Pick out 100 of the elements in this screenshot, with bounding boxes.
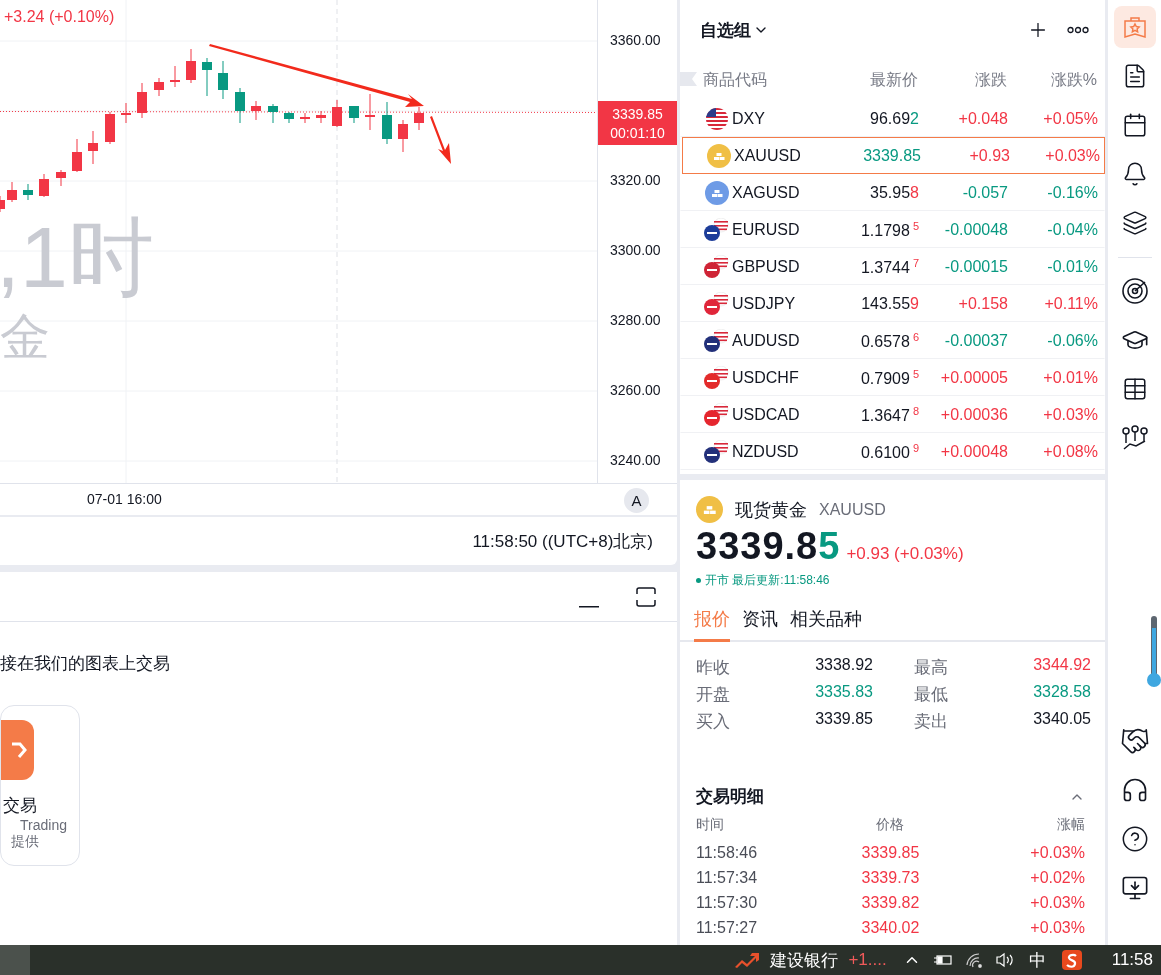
candle <box>332 99 342 128</box>
price-text: 96.692 <box>869 109 919 128</box>
target-icon <box>1120 277 1149 305</box>
stat-value: 3338.92 <box>814 656 873 675</box>
tab[interactable]: 相关品种 <box>790 601 862 642</box>
promo-text: 接在我们的图表上交易 <box>0 653 171 675</box>
auto-scale-button[interactable]: A <box>624 488 649 513</box>
start-button[interactable] <box>0 945 30 975</box>
symbol-text: XAGUSD <box>732 183 801 202</box>
watchlist-row[interactable]: EURUSD 1.1798 $^{5}$ -0.00048 -0.04% <box>680 211 1105 248</box>
stat-value: 3328.58 <box>1032 683 1091 702</box>
watchlist-row[interactable]: XAGUSD 35.958 -0.057 -0.16% <box>680 174 1105 211</box>
layers-icon <box>1121 210 1148 236</box>
percent-text: +0.01% <box>1042 368 1098 387</box>
price-text: 1.3647 $^{8}$ <box>859 404 919 425</box>
watchlist-row[interactable]: XAUUSD 3339.85 +0.93 +0.03% <box>682 137 1105 174</box>
stock-name: 建设银行 <box>770 949 839 972</box>
last-price: 3339.85 <box>612 105 663 122</box>
price-text: 3339.85 <box>862 146 921 165</box>
flag-icon <box>703 365 729 390</box>
candle <box>121 102 131 124</box>
trade-time: 11:57:27 <box>696 918 759 936</box>
maximize-icon <box>635 585 657 608</box>
candle <box>186 48 196 84</box>
candle <box>154 77 164 97</box>
market-status: 开市 最后更新:11:58:46 <box>705 572 830 589</box>
stat-value: 3344.92 <box>1032 656 1091 675</box>
price-tick: 3260.00 <box>610 382 661 398</box>
watchlist-row[interactable]: USDCAD 1.3647 $^{8}$ +0.00036 +0.03% <box>680 396 1105 433</box>
more-icon <box>1067 26 1089 34</box>
column-header: 涨跌% <box>1049 69 1097 90</box>
candle <box>56 169 66 187</box>
price-text: 0.6578 $^{6}$ <box>859 330 919 351</box>
handshake-icon <box>1119 726 1150 756</box>
coin-icon <box>707 143 731 168</box>
column-header: 最新价 <box>869 69 918 90</box>
symbol-text: XAUUSD <box>734 146 802 165</box>
trade-price: 3340.02 <box>860 918 921 936</box>
favorites-button[interactable] <box>1113 6 1156 48</box>
change-text: -0.00015 <box>943 257 1008 276</box>
symbol-text: AUDUSD <box>732 331 801 350</box>
more-button[interactable] <box>1067 26 1089 34</box>
percent-text: +0.08% <box>1042 442 1098 461</box>
watchlist-row[interactable]: USDJPY 143.559 +0.158 +0.11% <box>680 285 1105 322</box>
watchlist-row[interactable]: USDCHF 0.7909 $^{5}$ +0.00005 +0.01% <box>680 359 1105 396</box>
pins-icon <box>1120 425 1149 451</box>
favorites-icon <box>1121 14 1148 40</box>
table-icon <box>1121 376 1148 402</box>
price-tick: 3320.00 <box>610 172 661 188</box>
percent-text: -0.01% <box>1046 257 1098 276</box>
price-change: +0.93 (+0.03%) <box>846 544 964 564</box>
card-title: 交易 <box>3 795 38 817</box>
symbol-text: USDCHF <box>732 368 800 387</box>
thermometer-icon <box>1147 616 1161 688</box>
candle <box>235 87 245 124</box>
percent-text: +0.05% <box>1042 109 1098 128</box>
watchlist-row[interactable]: AUDUSD 0.6578 $^{6}$ -0.00037 -0.06% <box>680 322 1105 359</box>
change-text: -0.00048 <box>943 220 1008 239</box>
time-tick: 07-01 16:00 <box>87 491 162 507</box>
candle <box>268 103 278 124</box>
instrument-symbol: XAUUSD <box>819 500 886 519</box>
candle <box>251 100 261 121</box>
change-text: +0.158 <box>957 294 1008 313</box>
candle <box>170 65 180 88</box>
percent-text: -0.06% <box>1046 331 1098 350</box>
flag-icon <box>703 254 729 279</box>
maximize-button[interactable] <box>635 585 657 608</box>
trade-time: 11:57:34 <box>696 868 759 888</box>
price-tick: 3240.00 <box>610 452 661 468</box>
stat-label: 最高 <box>914 657 949 679</box>
watchlist-row[interactable]: GBPUSD 1.3744 $^{7}$ -0.00015 -0.01% <box>680 248 1105 285</box>
price-change: +3.24 (+0.10%) <box>4 8 115 26</box>
wifi-icon[interactable] <box>964 952 985 968</box>
watchlist-dropdown[interactable]: 自选组 <box>700 18 769 42</box>
clock-text: 11:58:50 ((UTC+8)北京) <box>472 530 653 553</box>
percent-text: +0.03% <box>1044 146 1100 165</box>
candle <box>365 93 375 131</box>
watchlist-row[interactable]: DXY 96.692 +0.048 +0.05% <box>680 100 1105 137</box>
stat-value: 3339.85 <box>814 710 873 729</box>
flag-icon <box>703 217 729 242</box>
stat-label: 买入 <box>696 711 731 733</box>
candle <box>218 60 228 100</box>
trading-card[interactable]: 交易 Trading 提供 <box>0 705 80 866</box>
watchlist-row[interactable]: NZDUSD 0.6100 $^{9}$ +0.00048 +0.08% <box>680 433 1105 470</box>
input-method[interactable]: 中 <box>1028 948 1046 972</box>
trade-percent: +0.02% <box>1029 868 1085 888</box>
price-tick: 3280.00 <box>610 312 661 328</box>
price-text: 1.1798 $^{5}$ <box>859 219 919 240</box>
taskbar-clock[interactable]: 11:58 <box>1111 950 1153 970</box>
flag-icon <box>705 106 729 131</box>
trade-price: 3339.85 <box>860 843 921 863</box>
candle <box>382 101 392 145</box>
input-app-icon[interactable] <box>1061 950 1082 970</box>
trade-price: 3339.73 <box>860 868 921 888</box>
volume-icon[interactable] <box>994 952 1015 968</box>
stat-label: 最低 <box>914 684 949 706</box>
tab[interactable]: 资讯 <box>742 601 778 642</box>
symbol-text: EURUSD <box>732 220 801 239</box>
price-tick: 3360.00 <box>610 32 661 48</box>
battery-icon[interactable] <box>932 953 953 967</box>
